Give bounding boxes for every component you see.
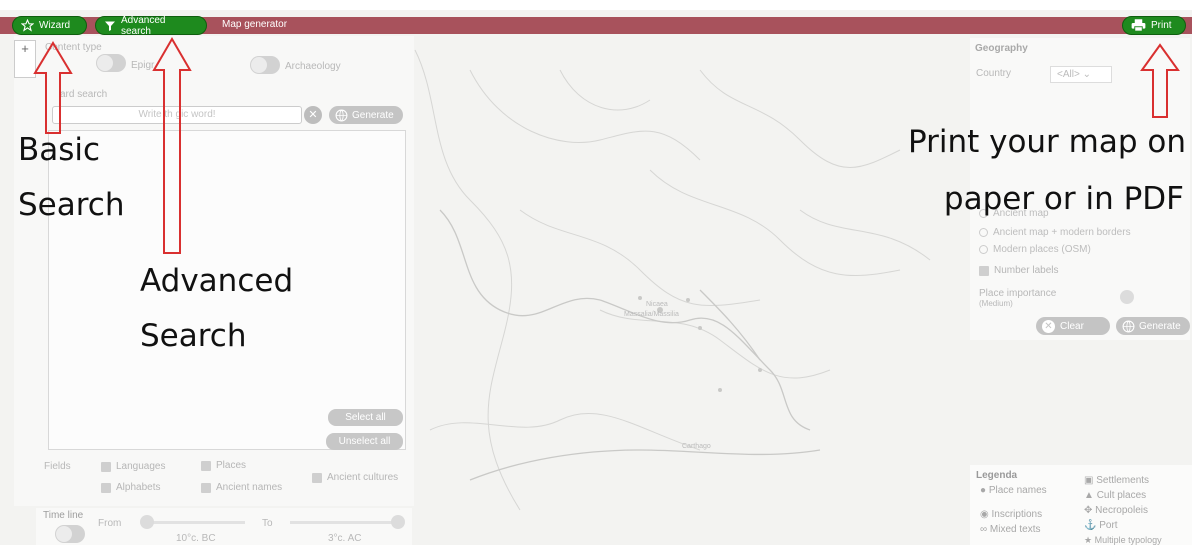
legend-multiple-typology: ★ Multiple typology bbox=[1084, 535, 1162, 545]
wizard-label: Wizard bbox=[39, 20, 71, 31]
legend-title: Legenda bbox=[976, 470, 1018, 481]
legend-cult-places: ▲ Cult places bbox=[1084, 490, 1147, 501]
fields-label: Fields bbox=[44, 461, 71, 472]
legend-settlements: ▣ Settlements bbox=[1084, 475, 1150, 486]
ancient-names-checkbox[interactable]: Ancient names bbox=[201, 482, 282, 493]
map-label-carthago: Carthago bbox=[682, 443, 711, 450]
checkbox-icon bbox=[979, 265, 989, 276]
close-icon: ✕ bbox=[308, 109, 318, 121]
basic-search-annotation-line1: Basic bbox=[18, 132, 101, 168]
checkbox-icon bbox=[201, 482, 211, 493]
from-label: From bbox=[98, 518, 122, 529]
star-icon bbox=[21, 19, 34, 32]
number-labels-checkbox[interactable]: Number labels bbox=[979, 265, 1058, 276]
legend-inscriptions: ◉ Inscriptions bbox=[980, 509, 1043, 520]
map-label-nicaea: Nicaea bbox=[646, 301, 668, 308]
advanced-search-arrow bbox=[152, 37, 192, 254]
wizard-button[interactable]: Wizard bbox=[12, 16, 87, 35]
from-slider-track[interactable] bbox=[145, 521, 245, 524]
epigraphy-toggle[interactable] bbox=[96, 54, 126, 72]
generate-map-button[interactable]: Generate bbox=[1116, 317, 1190, 335]
to-slider-handle[interactable] bbox=[391, 515, 405, 529]
places-checkbox[interactable]: Places bbox=[201, 460, 246, 471]
advanced-search-button[interactable]: Advanced search bbox=[95, 14, 207, 37]
ancient-cultures-checkbox[interactable]: Ancient cultures bbox=[312, 472, 398, 483]
place-importance-label: Place importance bbox=[979, 288, 1057, 299]
legend-port: ⚓ Port bbox=[1084, 520, 1118, 531]
advanced-search-annotation-line1: Advanced bbox=[140, 263, 294, 299]
filter-icon bbox=[104, 21, 115, 31]
print-annotation-line2: paper or in PDF bbox=[943, 181, 1184, 217]
map-label-massalia: Massalia/Massilia bbox=[624, 311, 679, 318]
globe-icon bbox=[1122, 320, 1135, 332]
map-generator-title: Map generator bbox=[222, 19, 288, 30]
print-annotation-line1: Print your map on bbox=[907, 124, 1186, 160]
print-label: Print bbox=[1151, 20, 1172, 31]
from-value: 10°c. BC bbox=[176, 533, 216, 544]
legend-necropoleis: ✥ Necropoleis bbox=[1084, 505, 1148, 516]
archaeology-label: Archaeology bbox=[285, 61, 341, 72]
checkbox-icon bbox=[201, 460, 211, 471]
select-all-button[interactable]: Select all bbox=[328, 409, 403, 426]
checkbox-icon bbox=[101, 461, 111, 472]
clear-search-button[interactable]: ✕ bbox=[304, 106, 322, 124]
close-circle-icon: ✕ bbox=[1042, 319, 1055, 333]
basic-search-annotation-line2: Search bbox=[18, 187, 125, 223]
basic-search-arrow bbox=[33, 41, 73, 134]
printer-icon bbox=[1131, 19, 1146, 32]
radio-icon bbox=[979, 245, 988, 254]
legend-mixed-texts: ∞ Mixed texts bbox=[980, 524, 1041, 535]
checkbox-icon bbox=[312, 472, 322, 483]
to-slider-track[interactable] bbox=[290, 521, 400, 524]
languages-checkbox[interactable]: Languages bbox=[101, 461, 166, 472]
advanced-search-label: Advanced search bbox=[120, 14, 166, 37]
timeline-label: Time line bbox=[43, 510, 84, 521]
radio-icon bbox=[979, 228, 988, 237]
place-importance-slider[interactable] bbox=[1120, 290, 1134, 304]
country-label: Country bbox=[976, 68, 1012, 79]
unselect-all-button[interactable]: Unselect all bbox=[326, 433, 403, 450]
clear-map-button[interactable]: ✕ Clear bbox=[1036, 317, 1110, 335]
print-button[interactable]: Print bbox=[1122, 16, 1186, 35]
checkbox-icon bbox=[101, 482, 111, 493]
print-arrow bbox=[1140, 43, 1180, 118]
ancient-modern-borders-radio[interactable]: Ancient map + modern borders bbox=[979, 227, 1131, 238]
alphabets-checkbox[interactable]: Alphabets bbox=[101, 482, 160, 493]
to-label: To bbox=[262, 518, 273, 529]
generate-search-button[interactable]: Generate bbox=[329, 106, 403, 124]
advanced-search-annotation-line2: Search bbox=[140, 318, 247, 354]
modern-places-radio[interactable]: Modern places (OSM) bbox=[979, 244, 1091, 255]
archaeology-toggle[interactable] bbox=[250, 56, 280, 74]
geography-label: Geography bbox=[975, 43, 1028, 54]
country-select[interactable]: <All> ⌄ bbox=[1050, 66, 1112, 83]
legend-place-names: ● Place names bbox=[980, 485, 1047, 496]
globe-icon bbox=[335, 109, 348, 121]
place-importance-value: (Medium) bbox=[979, 299, 1013, 308]
timeline-toggle[interactable] bbox=[55, 525, 85, 543]
to-value: 3°c. AC bbox=[328, 533, 362, 544]
from-slider-handle[interactable] bbox=[140, 515, 154, 529]
